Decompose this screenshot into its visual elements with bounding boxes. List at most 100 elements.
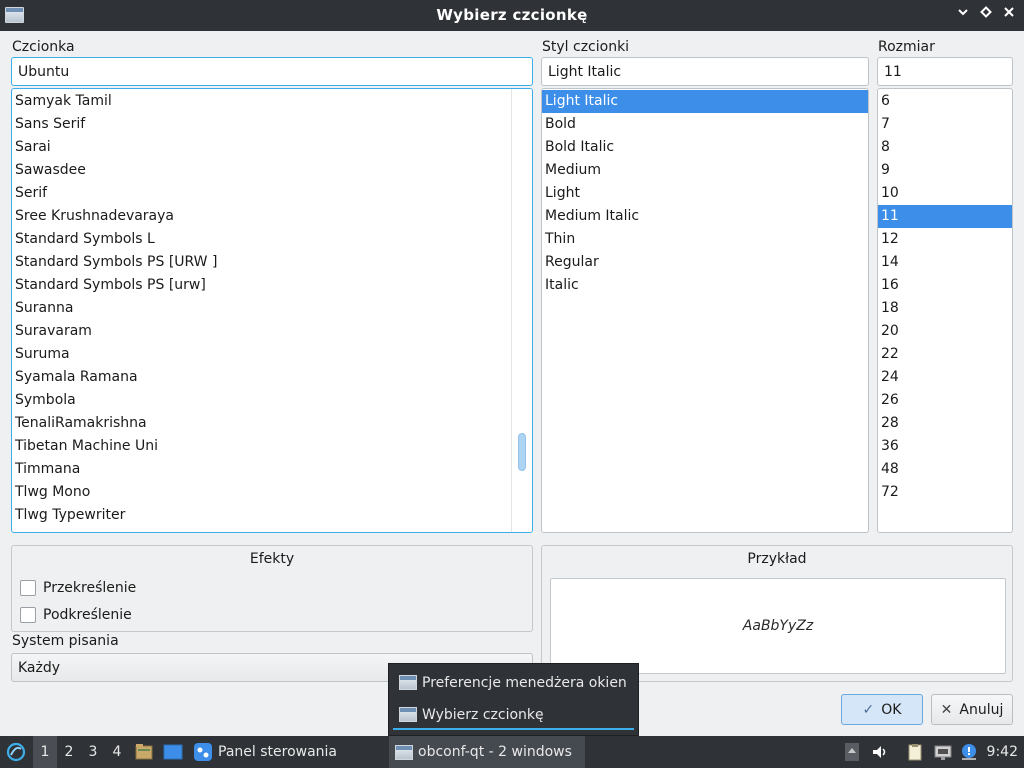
size-list-item[interactable]: 10	[878, 182, 1012, 205]
style-list-item[interactable]: Bold	[542, 113, 868, 136]
cancel-button[interactable]: ✕ Anuluj	[931, 694, 1013, 725]
size-list-item[interactable]: 24	[878, 366, 1012, 389]
volume-icon[interactable]	[871, 743, 889, 761]
maximize-icon[interactable]	[977, 5, 995, 25]
size-list-item[interactable]: 16	[878, 274, 1012, 297]
style-list[interactable]: Light Italic Bold Bold Italic Medium Light Me…	[541, 88, 869, 533]
font-list-item[interactable]: Tlwg Mono	[12, 481, 532, 504]
taskbar: 1 2 3 4 Panel sterowania obconf-qt - 2 w…	[0, 736, 1024, 768]
network-icon[interactable]	[934, 743, 952, 761]
desktop-3[interactable]: 3	[81, 736, 105, 768]
control-panel-launcher[interactable]: Panel sterowania	[193, 736, 337, 768]
style-list-item[interactable]: Medium Italic	[542, 205, 868, 228]
clipboard-icon[interactable]	[906, 743, 924, 761]
font-list-item[interactable]: Sans Serif	[12, 113, 532, 136]
font-list-item[interactable]: Standard Symbols L	[12, 228, 532, 251]
task-button-label: obconf-qt - 2 windows	[418, 744, 572, 760]
font-list-item[interactable]: Syamala Ramana	[12, 366, 532, 389]
size-list-item[interactable]: 9	[878, 159, 1012, 182]
font-list-item[interactable]: Timmana	[12, 458, 532, 481]
style-label: Styl czcionki	[542, 39, 630, 55]
update-notifier-icon[interactable]	[960, 743, 978, 761]
ok-button[interactable]: ✓ OK	[841, 694, 923, 725]
font-list-item[interactable]: Sawasdee	[12, 159, 532, 182]
popup-item-label: Wybierz czcionkę	[422, 706, 544, 723]
font-label: Czcionka	[12, 39, 75, 55]
ok-button-label: OK	[881, 701, 902, 718]
desktop-1[interactable]: 1	[33, 736, 57, 768]
font-list-item[interactable]: Sree Krushnadevaraya	[12, 205, 532, 228]
effects-group: Efekty Przekreślenie Podkreślenie	[11, 545, 533, 632]
strikeout-option[interactable]: Przekreślenie	[20, 579, 136, 597]
size-list-item[interactable]: 20	[878, 320, 1012, 343]
window-title: Wybierz czcionkę	[436, 6, 588, 24]
file-manager-icon[interactable]	[134, 736, 154, 768]
task-button-obconf[interactable]: obconf-qt - 2 windows	[389, 736, 585, 768]
minimize-icon[interactable]	[954, 5, 972, 25]
check-icon: ✓	[862, 701, 875, 718]
size-list[interactable]: 6 7 8 9 10 11 12 14 16 18 20 22 24 26 28 36 48 72	[877, 88, 1013, 533]
window-icon	[399, 707, 417, 722]
cancel-button-label: Anuluj	[959, 701, 1004, 718]
size-label: Rozmiar	[878, 39, 935, 55]
size-list-item[interactable]: 72	[878, 481, 1012, 504]
font-list-scrollbar[interactable]	[511, 89, 532, 532]
style-input[interactable]: Light Italic	[541, 57, 869, 86]
window-icon	[395, 744, 413, 760]
underline-label: Podkreślenie	[43, 607, 132, 623]
font-list-item[interactable]: Suravaram	[12, 320, 532, 343]
sample-preview: AaBbYyZz	[550, 578, 1006, 674]
font-list-item[interactable]: Sarai	[12, 136, 532, 159]
font-list-item[interactable]: Tibetan Machine Uni	[12, 435, 532, 458]
size-list-item[interactable]: 12	[878, 228, 1012, 251]
style-list-item[interactable]: Light Italic	[542, 90, 868, 113]
size-list-item[interactable]: 36	[878, 435, 1012, 458]
font-list-item[interactable]: Suranna	[12, 297, 532, 320]
desktop-2[interactable]: 2	[57, 736, 81, 768]
writing-system-label: System pisania	[12, 633, 119, 649]
size-list-item[interactable]: 6	[878, 90, 1012, 113]
size-list-item[interactable]: 18	[878, 297, 1012, 320]
size-list-item[interactable]: 28	[878, 412, 1012, 435]
sample-title: Przykład	[747, 551, 807, 567]
size-list-item[interactable]: 8	[878, 136, 1012, 159]
font-input[interactable]: Ubuntu	[11, 57, 533, 86]
style-list-item[interactable]: Regular	[542, 251, 868, 274]
font-list-item[interactable]: Suruma	[12, 343, 532, 366]
size-list-item[interactable]: 11	[878, 205, 1012, 228]
window-icon	[399, 675, 417, 690]
size-list-item[interactable]: 26	[878, 389, 1012, 412]
font-list-item[interactable]: TenaliRamakrishna	[12, 412, 532, 435]
style-list-item[interactable]: Medium	[542, 159, 868, 182]
clock[interactable]: 9:42	[987, 744, 1018, 760]
style-list-item[interactable]: Light	[542, 182, 868, 205]
font-list-item[interactable]: Standard Symbols PS [URW ]	[12, 251, 532, 274]
font-list-item[interactable]: Serif	[12, 182, 532, 205]
font-list-item[interactable]: Samyak Tamil	[12, 90, 532, 113]
desktop-4[interactable]: 4	[105, 736, 129, 768]
tray-arrow-icon[interactable]	[845, 743, 863, 761]
close-icon[interactable]	[1000, 5, 1018, 25]
font-list[interactable]: Samyak Tamil Sans Serif Sarai Sawasdee Serif…	[11, 88, 533, 533]
size-list-item[interactable]: 14	[878, 251, 1012, 274]
style-list-item[interactable]: Italic	[542, 274, 868, 297]
popup-item-choose-font[interactable]: Wybierz czcionkę	[393, 701, 634, 730]
window-titlebar[interactable]: Wybierz czcionkę	[0, 0, 1024, 31]
style-list-item[interactable]: Thin	[542, 228, 868, 251]
start-menu-button[interactable]	[4, 736, 28, 768]
style-list-item[interactable]: Bold Italic	[542, 136, 868, 159]
font-list-item[interactable]: Tlwg Typewriter	[12, 504, 532, 527]
size-list-item[interactable]: 7	[878, 113, 1012, 136]
size-list-item[interactable]: 48	[878, 458, 1012, 481]
font-list-item[interactable]: Symbola	[12, 389, 532, 412]
underline-option[interactable]: Podkreślenie	[20, 606, 132, 624]
size-input[interactable]: 11	[877, 57, 1013, 86]
font-list-scroll-handle[interactable]	[518, 433, 526, 471]
strikeout-checkbox[interactable]	[20, 580, 36, 596]
writing-system-value: Każdy	[18, 660, 61, 676]
size-list-item[interactable]: 22	[878, 343, 1012, 366]
show-desktop-icon[interactable]	[163, 736, 183, 768]
font-list-item[interactable]: Standard Symbols PS [urw]	[12, 274, 532, 297]
underline-checkbox[interactable]	[20, 607, 36, 623]
popup-item-window-preferences[interactable]: Preferencje menedżera okien	[393, 668, 634, 697]
